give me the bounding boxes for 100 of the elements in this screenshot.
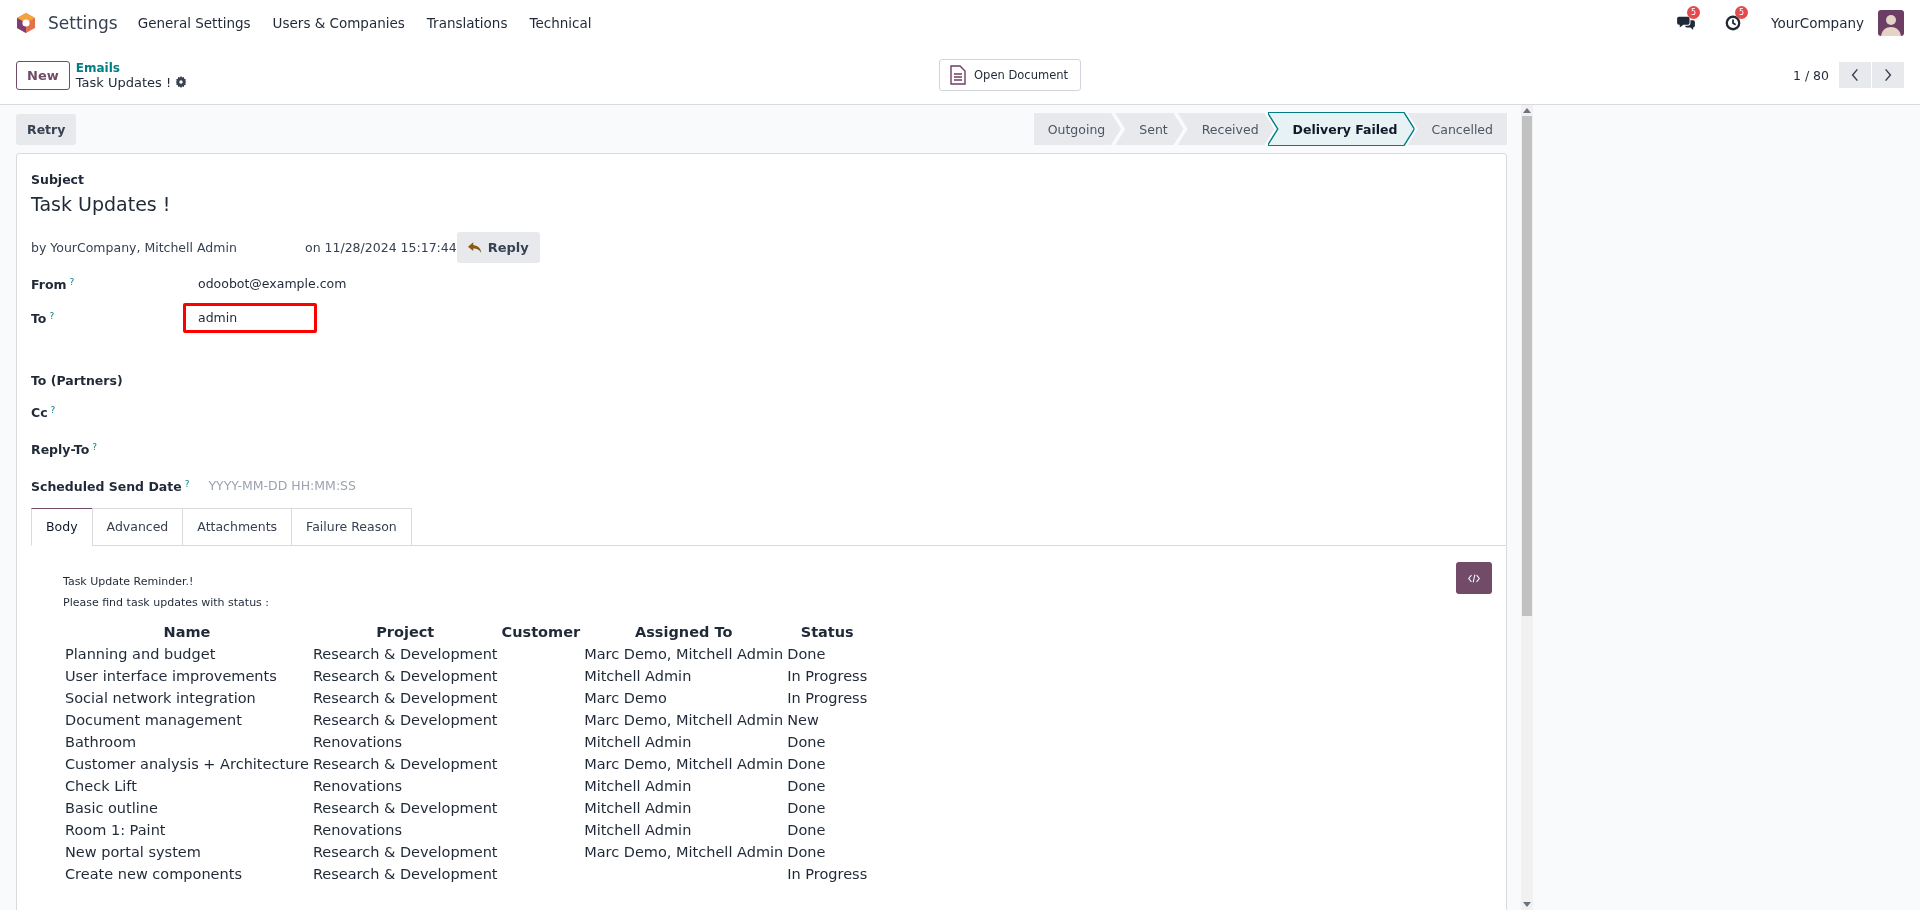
table-cell: Create new components <box>65 866 242 882</box>
field-label: To (Partners) <box>31 372 123 388</box>
table-cell: In Progress <box>787 866 868 882</box>
table-cell: Research & Development <box>312 690 498 706</box>
table-cell: Document management <box>65 712 242 728</box>
app-name[interactable]: Settings <box>48 13 118 33</box>
retry-button[interactable]: Retry <box>16 113 77 145</box>
status-step[interactable]: Sent <box>1115 113 1184 145</box>
table-cell: User interface improvements <box>65 668 277 684</box>
table-cell: Done <box>787 844 826 860</box>
scrollbar[interactable] <box>1521 105 1533 910</box>
column-header: Name <box>162 623 212 642</box>
clock-icon[interactable] <box>1724 15 1741 31</box>
table-cell: Research & Development <box>312 800 498 816</box>
table-cell: Renovations <box>312 822 403 838</box>
chevron-left-icon <box>1851 68 1859 82</box>
status-step[interactable]: Received <box>1177 113 1275 145</box>
menu-item[interactable]: General Settings <box>137 15 251 31</box>
code-view-button[interactable] <box>1456 562 1492 594</box>
tab[interactable]: Failure Reason <box>291 508 412 546</box>
table-cell: Social network integration <box>65 690 256 706</box>
table-cell: Research & Development <box>312 844 498 860</box>
table-cell: Done <box>787 756 826 772</box>
table-cell: Marc Demo <box>584 690 667 706</box>
record-title: Task Updates ! <box>75 74 172 90</box>
table-cell: Mitchell Admin <box>584 800 692 816</box>
chevron-right-icon <box>1884 68 1892 82</box>
email-text: Task Update Reminder.! <box>63 575 194 588</box>
table-cell: Done <box>787 822 826 838</box>
tab[interactable]: Attachments <box>182 508 293 546</box>
field-label: From <box>31 276 67 292</box>
table-cell: In Progress <box>787 690 868 706</box>
pager-value[interactable]: 1 / 80 <box>1792 67 1829 83</box>
reply-arrow-icon <box>467 241 482 253</box>
table-cell: Basic outline <box>65 800 158 816</box>
tab[interactable]: Advanced <box>91 508 184 546</box>
help-tooltip[interactable]: ? <box>50 404 56 415</box>
table-cell: Done <box>787 778 826 794</box>
field-label: Cc <box>31 404 48 420</box>
table-cell: Renovations <box>312 778 403 794</box>
table-cell: Research & Development <box>312 646 498 662</box>
table-cell: Research & Development <box>312 756 498 772</box>
email-text: Please find task updates with status : <box>63 596 270 609</box>
table-cell: Marc Demo, Mitchell Admin <box>584 646 784 662</box>
new-button[interactable]: New <box>16 60 70 90</box>
author-text: by YourCompany, Mitchell Admin <box>31 239 238 255</box>
table-cell: Bathroom <box>65 734 137 750</box>
table-cell: Done <box>787 734 826 750</box>
tab[interactable]: Body <box>31 508 93 546</box>
app-logo-icon[interactable] <box>16 12 36 34</box>
field-label: Subject <box>31 172 85 187</box>
column-header: Customer <box>500 623 582 642</box>
table-cell: Room 1: Paint <box>65 822 166 838</box>
table-cell: Marc Demo, Mitchell Admin <box>584 712 784 728</box>
date-text: on 11/28/2024 15:17:44 <box>305 239 457 255</box>
help-tooltip[interactable]: ? <box>184 478 190 489</box>
field-label: To <box>31 310 47 326</box>
table-cell: Mitchell Admin <box>584 822 692 838</box>
field-label: Scheduled Send Date <box>31 478 182 494</box>
previous-button[interactable] <box>1839 62 1871 88</box>
column-header: Project <box>375 623 436 642</box>
menu-item[interactable]: Technical <box>529 15 592 31</box>
notification-badge: 5 <box>1734 6 1749 19</box>
status-step[interactable]: Outgoing <box>1033 113 1122 145</box>
gear-icon[interactable] <box>175 76 188 88</box>
company-switcher[interactable]: YourCompany <box>1770 15 1864 31</box>
table-cell: Customer analysis + Architecture <box>65 756 309 772</box>
column-header: Status <box>799 623 855 642</box>
scroll-up-arrow-icon[interactable] <box>1523 108 1531 113</box>
notification-badge: 5 <box>1686 6 1701 19</box>
table-cell: Done <box>787 646 826 662</box>
breadcrumb-link[interactable]: Emails <box>75 60 188 75</box>
table-cell: Done <box>787 800 826 816</box>
field-label: Reply-To <box>31 441 90 457</box>
table-cell: Marc Demo, Mitchell Admin <box>584 756 784 772</box>
status-step[interactable]: Cancelled <box>1407 113 1507 145</box>
reply-button[interactable]: Reply <box>456 231 540 263</box>
open-document-button[interactable]: Open Document <box>939 59 1081 91</box>
status-step[interactable]: Delivery Failed <box>1268 113 1414 145</box>
help-tooltip[interactable]: ? <box>69 276 75 287</box>
table-cell: New <box>787 712 819 728</box>
table-cell: Renovations <box>312 734 403 750</box>
code-icon <box>1468 573 1480 583</box>
highlighted-field[interactable]: admin <box>183 303 317 333</box>
menu-item[interactable]: Users & Companies <box>272 15 405 31</box>
next-button[interactable] <box>1872 62 1904 88</box>
scroll-down-arrow-icon[interactable] <box>1523 902 1531 907</box>
table-cell: Research & Development <box>312 668 498 684</box>
table-cell: Marc Demo, Mitchell Admin <box>584 844 784 860</box>
table-cell: In Progress <box>787 668 868 684</box>
table-cell: Planning and budget <box>65 646 216 662</box>
avatar-icon[interactable] <box>1878 10 1904 36</box>
table-cell: Check Lift <box>65 778 137 794</box>
chat-icon[interactable] <box>1676 15 1695 31</box>
help-tooltip[interactable]: ? <box>49 310 55 321</box>
field-value[interactable]: odoobot@example.com <box>183 269 372 299</box>
menu-item[interactable]: Translations <box>426 15 508 31</box>
document-icon <box>950 65 967 85</box>
table-cell: Mitchell Admin <box>584 778 692 794</box>
help-tooltip[interactable]: ? <box>92 441 98 452</box>
